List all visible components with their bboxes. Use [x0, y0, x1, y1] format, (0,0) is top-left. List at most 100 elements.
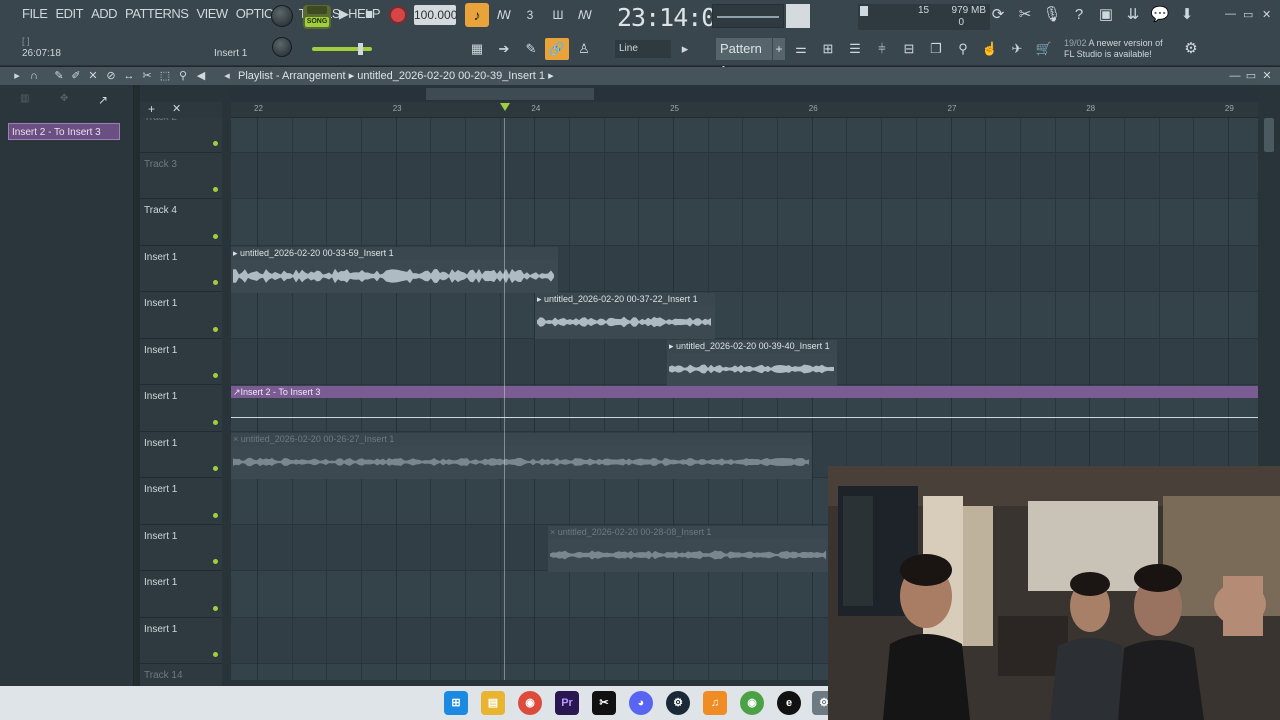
select-tool-icon[interactable]: ⬚: [158, 69, 172, 83]
playlist-icon[interactable]: ☰: [844, 39, 866, 59]
help-icon[interactable]: ?: [1068, 4, 1090, 26]
track-header[interactable]: Insert 1: [140, 618, 222, 664]
track-header[interactable]: Insert 1: [140, 246, 222, 292]
stamp-icon[interactable]: ♙: [573, 39, 595, 59]
grid-row[interactable]: [231, 118, 1258, 153]
chat-icon[interactable]: 💬: [1149, 4, 1171, 26]
picker-clip-automation[interactable]: Insert 2 - To Insert 3: [8, 123, 120, 140]
slider-handle[interactable]: [358, 43, 363, 55]
browser-app-icon[interactable]: e: [777, 691, 801, 715]
touch-icon[interactable]: ☝: [979, 39, 1001, 59]
track-mute-led[interactable]: [213, 605, 218, 611]
track-mute-led[interactable]: [213, 280, 218, 285]
pattern-prev-icon[interactable]: ▸: [680, 39, 690, 59]
master-volume-slider[interactable]: [312, 43, 372, 55]
menu-edit[interactable]: EDIT: [51, 6, 87, 21]
track-mute-led[interactable]: [213, 512, 218, 518]
master-pitch-knob[interactable]: [272, 37, 292, 57]
track-mute-led[interactable]: [213, 140, 218, 146]
cart-icon[interactable]: 🛒: [1033, 39, 1055, 59]
arrow-icon[interactable]: ➔: [493, 39, 515, 59]
playlist-arrow-icon[interactable]: ◂: [220, 69, 234, 83]
track-header[interactable]: Track 3: [140, 153, 222, 199]
playlist-breadcrumb[interactable]: untitled_2026-02-20 00-20-39_Insert 1: [357, 70, 545, 82]
tempo-display[interactable]: 100.000: [414, 5, 457, 25]
save-icon[interactable]: ▣: [1095, 4, 1117, 26]
menu-file[interactable]: FILE: [18, 6, 51, 21]
cut-icon[interactable]: ✂: [1014, 4, 1036, 26]
track-mute-led[interactable]: [213, 559, 218, 564]
audio-clip[interactable]: × untitled_2026-02-20 00-28-08_Insert 1: [548, 525, 828, 572]
playlist-close-icon[interactable]: ✕: [1260, 69, 1274, 83]
discord-icon[interactable]: ◕: [629, 691, 653, 715]
mixer-icon[interactable]: ⚌: [790, 39, 812, 59]
draw-tool-icon[interactable]: ✎: [52, 69, 66, 83]
master-volume-knob[interactable]: [271, 5, 293, 27]
download-icon[interactable]: ⬇: [1176, 4, 1198, 26]
track-header[interactable]: Insert 1: [140, 432, 222, 478]
stop-icon[interactable]: ■: [362, 6, 376, 21]
metronome-icon[interactable]: ♪: [465, 3, 489, 27]
picker-automation-icon[interactable]: ↗: [98, 93, 108, 107]
link-icon[interactable]: 🔗: [545, 38, 569, 60]
maximize-icon[interactable]: ▭: [1243, 8, 1253, 21]
minimize-icon[interactable]: —: [1225, 8, 1236, 20]
pattern-song-toggle[interactable]: SONG: [303, 5, 331, 29]
track-mute-led[interactable]: [213, 419, 218, 425]
song-start-marker[interactable]: [500, 103, 510, 111]
loop-record-icon[interactable]: ꟿ: [573, 3, 597, 27]
arrangement-overview[interactable]: [231, 87, 1258, 101]
windows-start-icon[interactable]: ⊞: [444, 691, 468, 715]
track-mute-led[interactable]: [213, 652, 218, 657]
close-icon[interactable]: ✕: [1262, 8, 1271, 21]
audio-clip[interactable]: × untitled_2026-02-20 00-26-27_Insert 1: [231, 432, 812, 479]
pattern-selector[interactable]: Pattern 1: [716, 38, 772, 78]
piano-roll-icon[interactable]: ▦: [466, 39, 488, 59]
mute-tool-icon[interactable]: ⊘: [104, 69, 118, 83]
audio-clip[interactable]: ▸ untitled_2026-02-20 00-37-22_Insert 1: [535, 293, 715, 339]
audio-clip[interactable]: ▸ untitled_2026-02-20 00-39-40_Insert 1: [667, 339, 837, 386]
audio-clip[interactable]: ▸ untitled_2026-02-20 00-33-59_Insert 1: [231, 246, 558, 293]
zoom-tool-icon[interactable]: ⚲: [176, 69, 190, 83]
picker-pattern-icon[interactable]: ▥: [20, 93, 29, 104]
remove-track-icon[interactable]: ✕: [172, 102, 181, 115]
record-button[interactable]: [389, 6, 407, 24]
track-mute-led[interactable]: [213, 233, 218, 239]
channel-rack-icon[interactable]: ⊞: [817, 39, 839, 59]
add-track-icon[interactable]: +: [148, 102, 155, 116]
steam-icon[interactable]: ⚙: [666, 691, 690, 715]
playback-tool-icon[interactable]: ◀: [194, 69, 208, 83]
magnet-icon[interactable]: ∩: [27, 69, 41, 83]
slice-tool-icon[interactable]: ✂: [140, 69, 154, 83]
chrome-icon[interactable]: ◉: [518, 691, 542, 715]
mic-icon[interactable]: 🎙: [1041, 4, 1063, 26]
track-mute-led[interactable]: [213, 373, 218, 378]
track-mute-led[interactable]: [213, 466, 218, 471]
capcut-icon[interactable]: ✂: [592, 691, 616, 715]
mixer-faders-icon[interactable]: ⫩: [871, 39, 893, 59]
track-header[interactable]: Insert 1: [140, 571, 222, 618]
track-mute-led[interactable]: [213, 326, 218, 332]
track-mute-led[interactable]: [213, 187, 218, 192]
project-icon[interactable]: ❐: [925, 39, 947, 59]
update-notice[interactable]: 19/02 A newer version of FL Studio is av…: [1064, 38, 1163, 60]
step-edit-icon[interactable]: Ш: [546, 3, 570, 27]
track-header[interactable]: Insert 1: [140, 339, 222, 385]
track-header[interactable]: Track 2: [140, 118, 222, 153]
browser-icon[interactable]: ⊟: [898, 39, 920, 59]
overview-window[interactable]: [426, 88, 594, 100]
playlist-maximize-icon[interactable]: ▭: [1244, 69, 1258, 83]
plugin-icon[interactable]: ⚲: [952, 39, 974, 59]
menu-patterns[interactable]: PATTERNS: [121, 6, 192, 21]
scrollbar-thumb[interactable]: [1264, 118, 1274, 152]
play-icon[interactable]: ▶: [337, 6, 351, 22]
delete-tool-icon[interactable]: ✕: [86, 69, 100, 83]
undo-icon[interactable]: ⟳: [987, 4, 1009, 26]
grid-row[interactable]: [231, 199, 1258, 246]
wait-input-icon[interactable]: ꟿ: [492, 3, 516, 27]
track-header[interactable]: Insert 1: [140, 525, 222, 571]
premiere-icon[interactable]: Pr: [555, 691, 579, 715]
chrome-dev-icon[interactable]: ◉: [740, 691, 764, 715]
track-header[interactable]: Insert 1: [140, 478, 222, 525]
track-header[interactable]: Insert 1: [140, 385, 222, 432]
